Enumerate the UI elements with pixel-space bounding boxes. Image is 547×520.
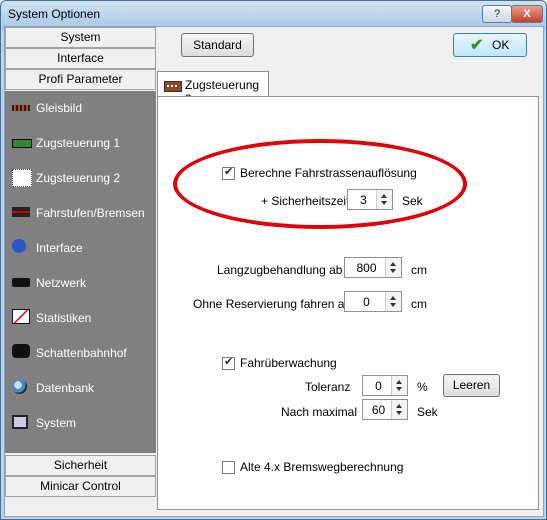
tab-zugsteuerung-2[interactable]: Zugsteuerung 2 <box>157 71 269 106</box>
nach-maximal-label: Nach maximal <box>281 405 358 419</box>
fahrueberwachung-checkbox[interactable] <box>222 355 235 370</box>
toleranz-stepper[interactable]: 0 <box>362 375 408 396</box>
database-icon <box>12 379 27 394</box>
nav-item-netzwerk[interactable]: Netzwerk <box>5 266 156 299</box>
nav-button-sicherheit[interactable]: Sicherheit <box>5 455 156 476</box>
nav-item-label: Zugsteuerung 1 <box>36 136 121 150</box>
nav-item-gleisbild[interactable]: Gleisbild <box>5 91 156 124</box>
fahrueberwachung-label: Fahrüberwachung <box>240 356 337 370</box>
reservierung-label: Ohne Reservierung fahren ab <box>193 297 352 311</box>
window-title: System Optionen <box>8 7 101 21</box>
nav-item-system[interactable]: System <box>5 406 156 439</box>
nav-button-interface[interactable]: Interface <box>5 48 156 69</box>
nav-item-schattenbahnhof[interactable]: Schattenbahnhof <box>5 336 156 369</box>
toleranz-value: 0 <box>375 379 382 393</box>
nav-item-label: Datenbank <box>36 381 95 395</box>
statistics-icon <box>12 309 30 324</box>
toleranz-label: Toleranz <box>305 380 351 394</box>
interface-icon <box>12 239 26 253</box>
langzug-stepper[interactable]: 800 <box>344 257 402 278</box>
nach-maximal-value: 60 <box>371 403 386 417</box>
nav-button-profi-parameter[interactable]: Profi Parameter <box>5 69 156 90</box>
leeren-button[interactable]: Leeren <box>443 374 500 397</box>
bremsweg-checkbox[interactable] <box>222 461 235 474</box>
category-navigation: System Interface Profi Parameter Gleisbi… <box>5 27 156 516</box>
nav-button-system[interactable]: System <box>5 27 156 48</box>
bremsweg-label: Alte 4.x Bremswegberechnung <box>240 460 404 474</box>
track-icon <box>12 105 30 111</box>
dialog-client-area: System Interface Profi Parameter Gleisbi… <box>4 26 544 517</box>
nav-item-zugsteuerung-1[interactable]: Zugsteuerung 1 <box>5 126 156 159</box>
nav-item-datenbank[interactable]: Datenbank <box>5 371 156 404</box>
nav-item-label: Fahrstufen/Bremsen <box>36 206 145 220</box>
nav-item-label: Gleisbild <box>36 101 83 115</box>
stepper-arrows[interactable] <box>385 258 401 277</box>
langzug-value: 800 <box>356 261 377 275</box>
help-button[interactable]: ? <box>482 5 512 23</box>
nav-item-label: System <box>36 416 77 430</box>
close-button[interactable]: X <box>511 5 543 23</box>
standard-button[interactable]: Standard <box>181 33 254 57</box>
nav-item-label: Schattenbahnhof <box>36 346 127 360</box>
network-icon <box>12 278 30 287</box>
ok-label: OK <box>492 38 510 52</box>
checkmark-icon: ✔ <box>470 37 484 54</box>
langzug-label: Langzugbehandlung ab <box>217 263 343 277</box>
speed-steps-icon <box>12 207 30 217</box>
nach-maximal-unit: Sek <box>417 405 438 419</box>
langzug-unit: cm <box>411 263 427 277</box>
toleranz-unit: % <box>417 380 428 394</box>
system-options-window: System Optionen ? X System Interface Pro… <box>0 0 547 520</box>
nav-item-label: Zugsteuerung 2 <box>36 171 121 185</box>
train-control-icon <box>12 139 32 148</box>
red-highlight-ellipse <box>173 139 467 229</box>
reservierung-value: 0 <box>363 295 370 309</box>
title-bar: System Optionen ? X <box>1 1 546 27</box>
system-icon <box>12 415 28 429</box>
profi-parameter-panel: Gleisbild Zugsteuerung 1 Zugsteuerung 2 … <box>5 91 156 453</box>
stepper-arrows[interactable] <box>391 400 407 419</box>
ok-button[interactable]: ✔ OK <box>453 33 527 57</box>
train-control-icon <box>12 169 32 187</box>
nav-item-interface[interactable]: Interface <box>5 231 156 264</box>
shadow-station-icon <box>12 344 30 358</box>
nav-item-label: Interface <box>36 241 83 255</box>
nav-item-label: Statistiken <box>36 311 92 325</box>
reservierung-unit: cm <box>411 297 427 311</box>
nach-maximal-stepper[interactable]: 60 <box>362 399 408 420</box>
nav-item-fahrstufen-bremsen[interactable]: Fahrstufen/Bremsen <box>5 196 156 229</box>
train-control-icon <box>164 81 182 92</box>
stepper-arrows[interactable] <box>385 292 401 311</box>
nav-item-zugsteuerung-2[interactable]: Zugsteuerung 2 <box>5 161 156 194</box>
nav-button-minicar-control[interactable]: Minicar Control <box>5 476 156 497</box>
nav-item-statistiken[interactable]: Statistiken <box>5 301 156 334</box>
stepper-arrows[interactable] <box>391 376 407 395</box>
reservierung-stepper[interactable]: 0 <box>344 291 402 312</box>
nav-item-label: Netzwerk <box>36 276 87 290</box>
